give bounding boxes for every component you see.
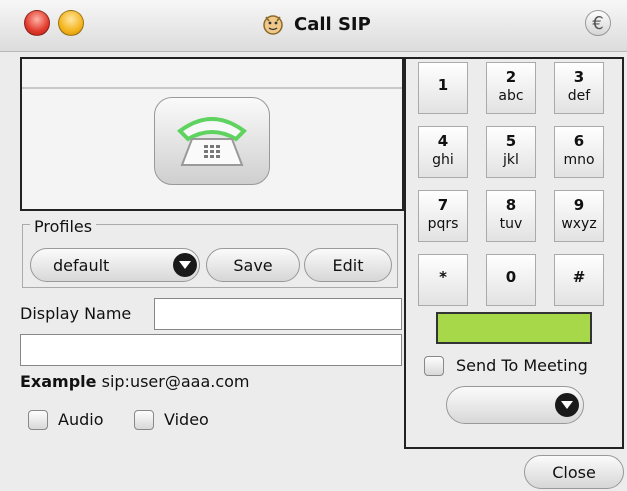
audio-label: Audio bbox=[58, 410, 104, 429]
video-label: Video bbox=[164, 410, 209, 429]
send-to-meeting-label: Send To Meeting bbox=[456, 356, 588, 375]
phone-icon bbox=[176, 117, 248, 166]
title-bar: Call SIP € bbox=[0, 0, 627, 52]
display-name-label: Display Name bbox=[20, 304, 132, 323]
keypad-key[interactable]: * bbox=[418, 254, 468, 306]
save-button-label: Save bbox=[233, 255, 273, 275]
audio-checkbox[interactable] bbox=[28, 410, 48, 430]
keypad-key[interactable]: 4 ghi bbox=[418, 126, 468, 178]
example-hint-bold: Example bbox=[20, 372, 97, 391]
profile-select[interactable]: default bbox=[30, 248, 200, 282]
video-panel-divider bbox=[22, 87, 402, 89]
send-to-meeting-checkbox[interactable] bbox=[424, 356, 444, 376]
chevron-down-icon bbox=[555, 393, 579, 417]
video-checkbox[interactable] bbox=[134, 410, 154, 430]
edit-button-label: Edit bbox=[332, 255, 364, 275]
profiles-legend: Profiles bbox=[30, 217, 97, 236]
meeting-select[interactable] bbox=[446, 386, 584, 424]
keypad-key[interactable]: 1 bbox=[418, 62, 468, 114]
example-hint-text: sip:user@aaa.com bbox=[101, 372, 250, 391]
minimize-window-button[interactable] bbox=[58, 10, 84, 36]
chevron-down-icon bbox=[173, 253, 197, 277]
toolbar-toggle-button[interactable]: € bbox=[585, 10, 611, 36]
keypad-key[interactable]: 8 tuv bbox=[486, 190, 536, 242]
window-title-group: Call SIP bbox=[260, 9, 371, 39]
keypad-key[interactable]: 9 wxyz bbox=[554, 190, 604, 242]
keypad-key[interactable]: 3 def bbox=[554, 62, 604, 114]
sip-address-input[interactable] bbox=[20, 334, 402, 366]
call-status-indicator bbox=[436, 312, 592, 344]
keypad-key[interactable]: 0 bbox=[486, 254, 536, 306]
edit-profile-button[interactable]: Edit bbox=[304, 248, 392, 282]
example-hint: Example sip:user@aaa.com bbox=[20, 372, 250, 391]
close-button[interactable]: Close bbox=[524, 455, 624, 489]
window-title: Call SIP bbox=[294, 13, 371, 35]
call-button[interactable] bbox=[154, 97, 270, 185]
close-window-button[interactable] bbox=[24, 10, 50, 36]
app-mascot-icon bbox=[263, 15, 283, 35]
keypad-key[interactable]: # bbox=[554, 254, 604, 306]
keypad-key[interactable]: 5 jkl bbox=[486, 126, 536, 178]
keypad-key[interactable]: 2 abc bbox=[486, 62, 536, 114]
display-name-input[interactable] bbox=[154, 298, 402, 330]
keypad-key[interactable]: 7 pqrs bbox=[418, 190, 468, 242]
profile-selected-value: default bbox=[53, 256, 110, 275]
save-profile-button[interactable]: Save bbox=[206, 248, 300, 282]
keypad-key[interactable]: 6 mno bbox=[554, 126, 604, 178]
euro-icon: € bbox=[592, 12, 604, 34]
video-panel bbox=[20, 57, 404, 211]
close-button-label: Close bbox=[552, 462, 596, 482]
